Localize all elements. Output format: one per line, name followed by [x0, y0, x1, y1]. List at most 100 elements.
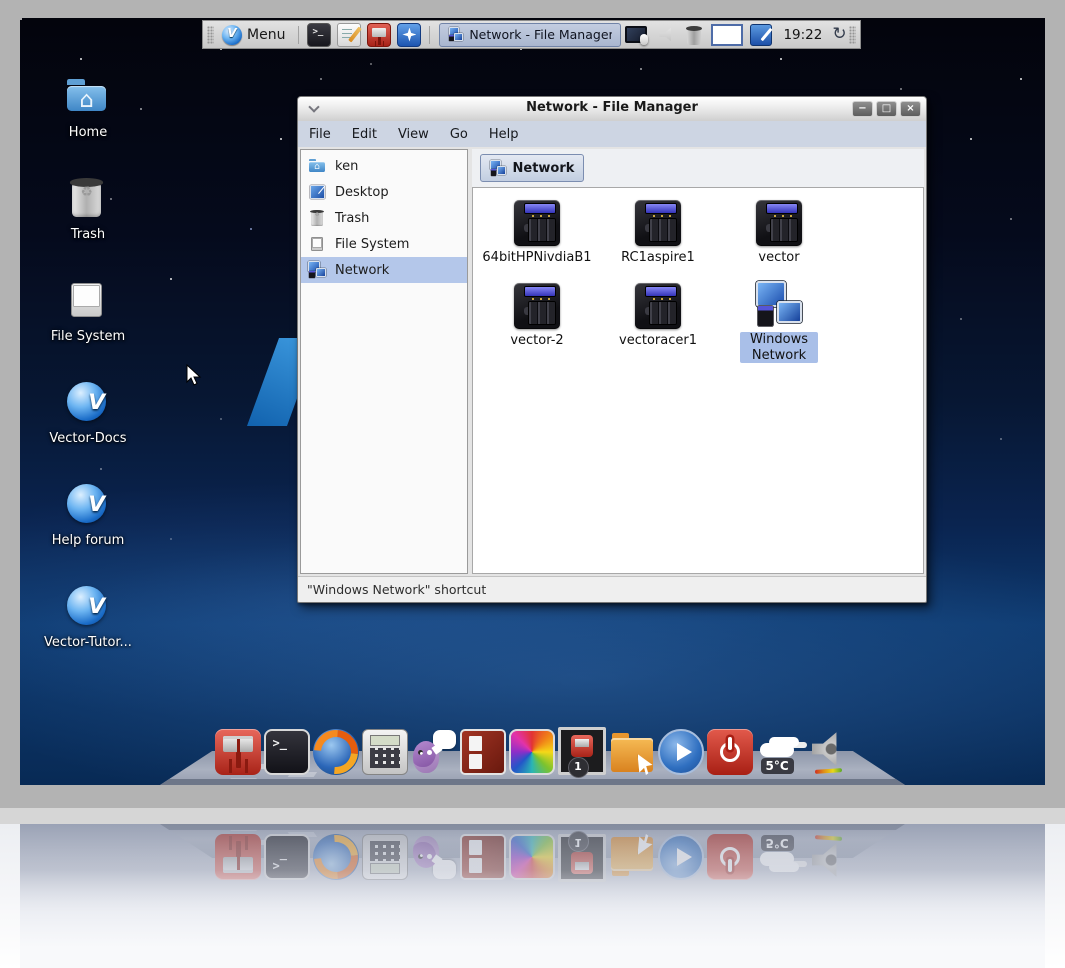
path-toolbar: Network	[472, 149, 924, 187]
shutdown-dock-icon[interactable]	[707, 729, 753, 775]
panel-grip-handle[interactable]	[849, 26, 856, 44]
taskbar-window-button[interactable]: Network - File Manager	[439, 23, 621, 47]
documents-dock-icon[interactable]	[460, 729, 506, 775]
desktop-icon-trash[interactable]: Trash	[36, 176, 140, 243]
panel-clock[interactable]: 19:22	[783, 27, 822, 43]
home-folder-icon	[308, 157, 326, 175]
home-folder-icon	[64, 74, 109, 119]
menu-help[interactable]: Help	[489, 127, 519, 142]
window-body: ken Desktop Trash File System Network	[298, 147, 926, 576]
nas-server-icon	[514, 200, 560, 246]
sidebar-item-ken[interactable]: ken	[301, 153, 467, 179]
mouse-cursor	[186, 364, 203, 388]
volume-muted-tray-icon[interactable]	[656, 24, 678, 46]
menu-view[interactable]: View	[398, 127, 429, 142]
sidebar-item-label: Desktop	[335, 185, 389, 200]
desktop-icon-vector-tutor[interactable]: Vector-Tutor...	[36, 584, 140, 651]
desktop-icon-help-forum[interactable]: Help forum	[36, 482, 140, 549]
maximize-button[interactable]: □	[876, 101, 897, 117]
dock-row: 1 5°C	[215, 727, 851, 775]
file-label: 64bitHPNivdiaB1	[482, 250, 591, 266]
trash-tray-icon[interactable]	[684, 24, 704, 46]
path-button-label: Network	[513, 161, 575, 176]
window-titlebar[interactable]: Network - File Manager	[298, 97, 926, 122]
file-item[interactable]: RC1aspire1	[597, 200, 719, 266]
path-button-network[interactable]: Network	[480, 154, 584, 182]
file-item[interactable]: 64bitHPNivdiaB1	[476, 200, 598, 266]
workspace-switcher[interactable]	[711, 24, 743, 46]
panel-separator	[429, 26, 430, 44]
text-editor-launcher-icon[interactable]	[337, 23, 361, 47]
file-item-selected[interactable]: Windows Network	[718, 280, 840, 363]
desktop-icon	[308, 183, 326, 201]
dock: 1 5°C	[160, 706, 905, 785]
file-label: RC1aspire1	[621, 250, 695, 266]
desktop-icon-label: Vector-Docs	[49, 432, 126, 447]
sidebar-item-label: Network	[335, 263, 389, 278]
vector-globe-icon	[64, 380, 109, 425]
applications-menu-button[interactable]: Menu	[214, 22, 293, 47]
media-player-dock-icon[interactable]	[658, 729, 704, 775]
windows-network-icon	[755, 280, 803, 328]
desktop-icon-vector-docs[interactable]: Vector-Docs	[36, 380, 140, 447]
weather-dock-icon[interactable]: 5°C	[756, 729, 802, 775]
file-label: vectoracer1	[619, 333, 697, 349]
desktop-reflection: 1 5°C	[20, 824, 1045, 968]
close-button[interactable]: ×	[900, 101, 921, 117]
vector-globe-icon	[64, 482, 109, 527]
shortcuts-sidebar: ken Desktop Trash File System Network	[300, 149, 468, 574]
image-viewer-dock-icon[interactable]	[509, 729, 555, 775]
sidebar-item-file-system[interactable]: File System	[301, 231, 467, 257]
sidebar-item-label: File System	[335, 237, 409, 252]
desktop-icon-home[interactable]: Home	[36, 74, 140, 141]
minimize-button[interactable]: −	[852, 101, 873, 117]
file-label: vector	[758, 250, 799, 266]
network-icon	[490, 160, 507, 177]
terminal-launcher-icon[interactable]	[307, 23, 331, 47]
calculator-dock-icon[interactable]	[362, 729, 408, 775]
sidebar-item-network[interactable]: Network	[301, 257, 467, 283]
desktop-icon-file-system[interactable]: File System	[36, 278, 140, 345]
trash-can-icon	[308, 209, 326, 227]
session-restart-icon[interactable]: ↻	[832, 26, 846, 43]
terminal-dock-icon[interactable]	[264, 729, 310, 775]
file-manager-dock-icon[interactable]	[609, 729, 655, 775]
sidebar-item-trash[interactable]: Trash	[301, 205, 467, 231]
sidebar-item-label: Trash	[335, 211, 369, 226]
nas-server-icon	[635, 200, 681, 246]
menu-go[interactable]: Go	[450, 127, 468, 142]
statusbar: "Windows Network" shortcut	[298, 576, 926, 602]
nas-server-icon	[756, 200, 802, 246]
trash-can-icon	[64, 176, 109, 221]
show-desktop-tray-icon[interactable]	[750, 24, 772, 46]
taskbar-window-title: Network - File Manager	[469, 27, 612, 42]
main-pane: Network 64bitHPNivdiaB1 RC1aspire1 vecto…	[472, 149, 924, 574]
vectorlinux-logo-icon	[222, 25, 242, 45]
menu-file[interactable]: File	[309, 127, 331, 142]
window-count-badge: 1	[568, 757, 589, 778]
menu-edit[interactable]: Edit	[352, 127, 377, 142]
file-item[interactable]: vector-2	[476, 283, 598, 349]
file-item[interactable]: vector	[718, 200, 840, 266]
settings-launcher-icon[interactable]	[397, 23, 421, 47]
package-manager-launcher-icon[interactable]	[367, 23, 391, 47]
display-settings-tray-icon[interactable]	[624, 24, 650, 46]
file-manager-window: Network - File Manager − □ × File Edit V…	[297, 96, 927, 603]
network-icon	[448, 27, 463, 42]
network-icon	[308, 261, 326, 279]
vector-globe-icon	[64, 584, 109, 629]
file-icon-view[interactable]: 64bitHPNivdiaB1 RC1aspire1 vector vector…	[472, 187, 924, 574]
starfield-wallpaper	[20, 18, 22, 20]
firefox-dock-icon[interactable]	[313, 729, 359, 775]
desktop: Menu Network - File Manager 19:22 ↻ Home…	[20, 18, 1045, 785]
pidgin-dock-icon[interactable]	[411, 729, 457, 775]
computer-icon	[64, 278, 109, 323]
window-list-dock-item[interactable]: 1	[558, 727, 606, 775]
file-item[interactable]: vectoracer1	[597, 283, 719, 349]
package-manager-dock-icon[interactable]	[215, 729, 261, 775]
sidebar-item-desktop[interactable]: Desktop	[301, 179, 467, 205]
volume-dock-icon[interactable]	[805, 729, 851, 775]
desktop-icon-label: Vector-Tutor...	[44, 636, 132, 651]
window-title: Network - File Manager	[298, 100, 926, 115]
panel-grip-handle[interactable]	[207, 26, 214, 44]
